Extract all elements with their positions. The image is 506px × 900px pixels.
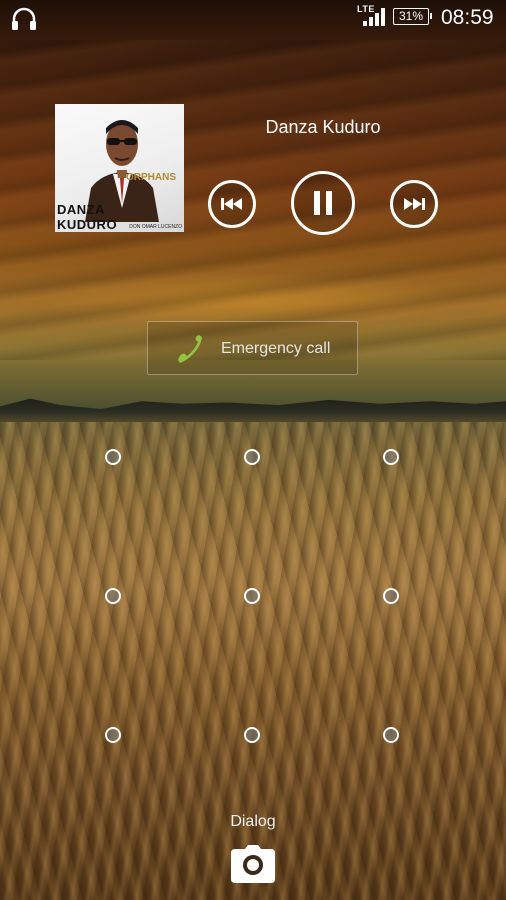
status-bar: LTE 31% 08:59 bbox=[0, 0, 506, 36]
emergency-call-button[interactable]: Emergency call bbox=[147, 321, 358, 375]
next-track-icon bbox=[404, 198, 425, 210]
pattern-dot-8[interactable] bbox=[244, 727, 260, 743]
previous-track-icon bbox=[221, 198, 242, 210]
album-art[interactable]: ORPHANS DANZA KUDURO DON OMAR LUCENZO bbox=[55, 104, 184, 232]
pattern-dot-7[interactable] bbox=[105, 727, 121, 743]
next-track-button[interactable] bbox=[390, 180, 438, 228]
pause-button[interactable] bbox=[291, 171, 355, 235]
dialog-label: Dialog bbox=[230, 813, 276, 830]
camera-icon[interactable] bbox=[230, 845, 276, 888]
signal-icon bbox=[362, 8, 386, 31]
headphones-icon bbox=[10, 6, 38, 37]
battery-icon: 31% bbox=[393, 8, 432, 25]
phone-icon bbox=[174, 335, 204, 368]
song-title: Danza Kuduro bbox=[265, 117, 381, 137]
previous-track-button[interactable] bbox=[208, 180, 256, 228]
emergency-call-label: Emergency call bbox=[221, 340, 331, 357]
pattern-dot-1[interactable] bbox=[105, 449, 121, 465]
pattern-dot-4[interactable] bbox=[105, 588, 121, 604]
album-art-credit: DON OMAR LUCENZO bbox=[129, 224, 182, 230]
pause-icon bbox=[314, 191, 332, 215]
pattern-dot-6[interactable] bbox=[383, 588, 399, 604]
pattern-dot-2[interactable] bbox=[244, 449, 260, 465]
status-time: 08:59 bbox=[441, 6, 494, 29]
pattern-dot-3[interactable] bbox=[383, 449, 399, 465]
pattern-dot-9[interactable] bbox=[383, 727, 399, 743]
album-art-subtitle: ORPHANS bbox=[125, 172, 176, 183]
pattern-dot-5[interactable] bbox=[244, 588, 260, 604]
